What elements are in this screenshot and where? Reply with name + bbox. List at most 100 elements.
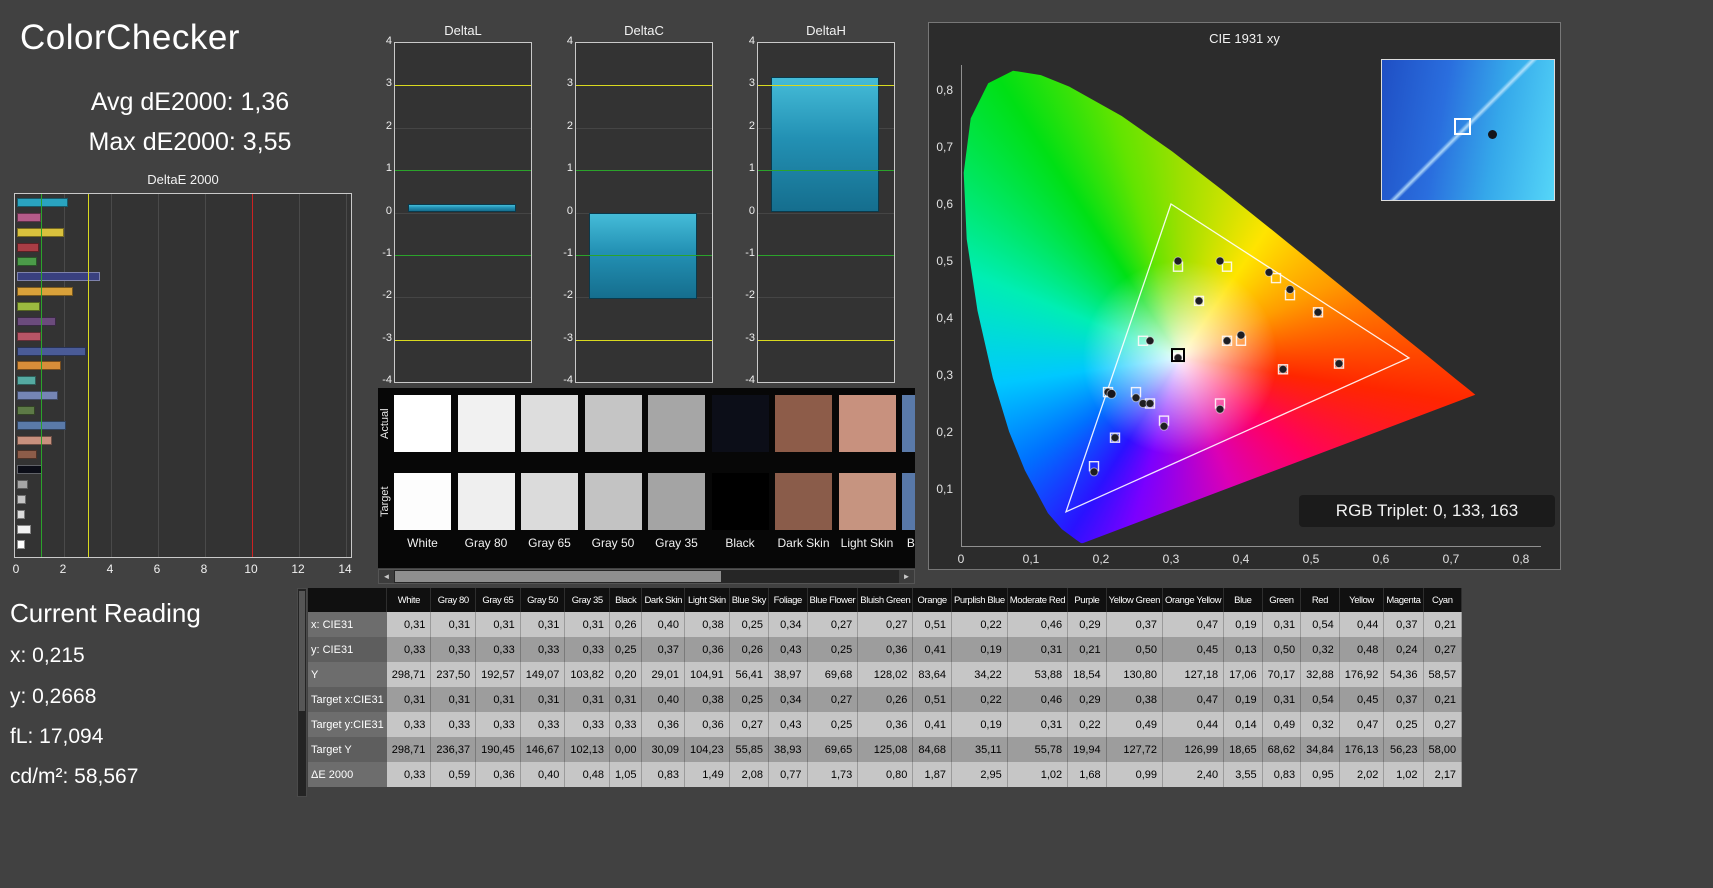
cie-target-square (1223, 262, 1232, 271)
table-cell: 0,51 (913, 612, 952, 637)
table-cell: 0,44 (1339, 612, 1384, 637)
axis-tick-label: 12 (291, 562, 304, 576)
ref-line (576, 340, 712, 341)
table-cell: 298,71 (387, 737, 431, 762)
inset-measured-dot (1488, 130, 1497, 139)
table-cell: 32,88 (1301, 662, 1340, 687)
swatch-actual-black (712, 395, 769, 452)
table-cell: 0,22 (1068, 712, 1107, 737)
table-cell: 0,25 (729, 612, 768, 637)
table-col-header: Bluish Green (858, 588, 913, 612)
axis-tick-label: 4 (560, 35, 573, 47)
deltae-bar-gray-80 (17, 525, 31, 534)
deltae-bar-dark-skin (17, 450, 37, 459)
table-cell: 127,72 (1106, 737, 1162, 762)
table-scrollbar-thumb[interactable] (299, 591, 305, 711)
axis-tick-label: 3 (742, 77, 755, 89)
table-cell: 70,17 (1262, 662, 1301, 687)
table-col-header: Blue Flower (807, 588, 858, 612)
cie-measured-point (1286, 286, 1294, 294)
table-cell: 0,50 (1262, 637, 1301, 662)
max-de2000-readout: Max dE2000: 3,55 (20, 128, 360, 157)
table-cell: 69,65 (807, 737, 858, 762)
table-cell: 0,31 (1262, 612, 1301, 637)
table-col-header: Cyan (1423, 588, 1462, 612)
table-col-header: Blue Sky (729, 588, 768, 612)
table-cell: 0,25 (807, 637, 858, 662)
table-cell: 0,38 (1106, 687, 1162, 712)
table-cell: 0,48 (1339, 637, 1384, 662)
swatch-target-black (712, 473, 769, 530)
ref-line (88, 194, 89, 557)
table-cell: 0,31 (520, 612, 565, 637)
gridline (395, 213, 531, 214)
table-cell: 0,59 (431, 762, 476, 787)
cie-measured-point (1314, 308, 1322, 316)
table-cell: 0,47 (1163, 612, 1224, 637)
deltae-bar-yellow-green (17, 302, 40, 311)
table-cell: 0,36 (476, 762, 521, 787)
patch-strip-scrollbar[interactable]: ◄ ► (378, 569, 915, 584)
table-col-header: Magenta (1384, 588, 1423, 612)
cie-measured-point (1223, 337, 1231, 345)
scroll-left-button[interactable]: ◄ (379, 570, 394, 583)
current-reading-title: Current Reading (10, 598, 201, 629)
axis-tick-label: 0,6 (1373, 552, 1390, 566)
table-cell: 0,25 (610, 637, 642, 662)
table-col-header: Moderate Red (1007, 588, 1067, 612)
ref-line (395, 170, 531, 171)
deltac-chart-title: DeltaC (575, 23, 713, 38)
deltac-chart: DeltaC 43210-1-2-3-4 (560, 42, 713, 383)
table-cell: 0,31 (520, 687, 565, 712)
table-cell: 0,31 (565, 687, 610, 712)
table-cell: 56,23 (1384, 737, 1423, 762)
table-cell: 0,19 (951, 712, 1007, 737)
axis-tick-label: 0,4 (936, 311, 953, 325)
table-col-header: Gray 80 (431, 588, 476, 612)
scrollbar-thumb[interactable] (395, 571, 721, 582)
deltae-bar-foliage (17, 406, 35, 415)
patch-label: Light Skin (832, 536, 902, 550)
scroll-right-button[interactable]: ► (899, 570, 914, 583)
axis-tick-label: -4 (742, 374, 755, 386)
ref-line (576, 255, 712, 256)
table-cell: 104,91 (685, 662, 730, 687)
swatch-target-gray-35 (648, 473, 705, 530)
deltac-bar (589, 213, 697, 300)
table-cell: 1,02 (1007, 762, 1067, 787)
table-cell: 0,26 (610, 612, 642, 637)
gridline (395, 128, 531, 129)
table-row-label: x: CIE31 (308, 612, 387, 637)
axis-tick-label: -2 (379, 289, 392, 301)
deltae-bar-gray-65 (17, 510, 25, 519)
colorchecker-window: ColorChecker Avg dE2000: 1,36 Max dE2000… (0, 0, 1713, 888)
table-cell: 0,83 (642, 762, 685, 787)
table-cell: 0,36 (685, 712, 730, 737)
table-cell: 0,27 (729, 712, 768, 737)
ref-line (758, 255, 894, 256)
table-cell: 2,02 (1339, 762, 1384, 787)
axis-tick-label: 0 (560, 205, 573, 217)
table-row-label: Y (308, 662, 387, 687)
table-cell: 104,23 (685, 737, 730, 762)
table-cell: 0,36 (858, 637, 913, 662)
table-corner (308, 588, 387, 612)
table-cell: 0,21 (1423, 612, 1462, 637)
patch-strip: Actual Target WhiteGray 80Gray 65Gray 50… (378, 388, 915, 568)
table-col-header: Orange Yellow (1163, 588, 1224, 612)
table-col-header: Green (1262, 588, 1301, 612)
table-cell: 190,45 (476, 737, 521, 762)
deltal-chart-title: DeltaL (394, 23, 532, 38)
table-cell: 0,80 (858, 762, 913, 787)
table-cell: 0,37 (642, 637, 685, 662)
cie-measured-point (1146, 337, 1154, 345)
table-scrollbar[interactable] (297, 588, 307, 797)
table-cell: 0,99 (1106, 762, 1162, 787)
axis-tick-label: 3 (379, 77, 392, 89)
table-cell: 0,25 (807, 712, 858, 737)
deltac-plot-area (575, 42, 713, 383)
table-cell: 0,22 (951, 687, 1007, 712)
swatch-target-gray-80 (458, 473, 515, 530)
deltah-bar (771, 77, 879, 213)
table-cell: 18,65 (1224, 737, 1263, 762)
